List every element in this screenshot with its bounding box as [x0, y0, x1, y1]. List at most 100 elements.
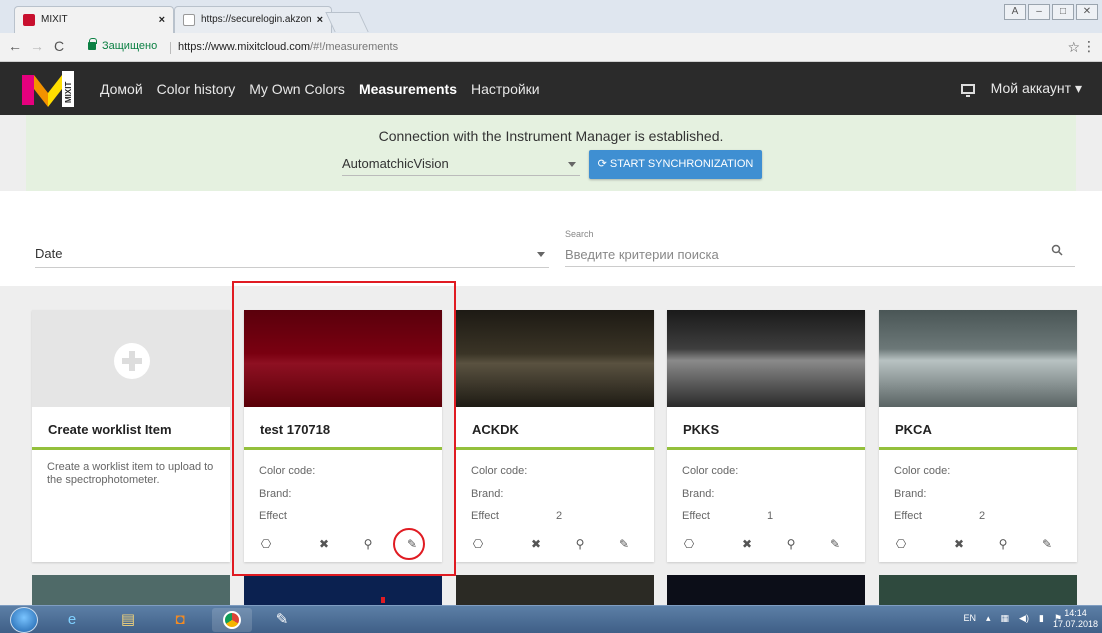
search-icon[interactable]: ⚲ — [783, 536, 799, 552]
nav-item-my-own-colors[interactable]: My Own Colors — [249, 81, 345, 97]
account-menu[interactable]: Мой аккаунт ▾ — [991, 80, 1082, 97]
internet-explorer-icon[interactable]: e — [52, 608, 92, 632]
edit-icon[interactable]: ✎ — [616, 536, 632, 552]
reload-icon[interactable]: C — [54, 38, 64, 54]
address-bar: ← → C Защищено https://www.mixitcloud.co… — [0, 33, 1102, 62]
measurement-card[interactable] — [879, 575, 1077, 605]
card-actions: ⎔ ✖ ⚲ ✎ — [893, 536, 1065, 552]
measurement-card[interactable] — [32, 575, 230, 605]
close-window-icon[interactable]: ✕ — [1076, 4, 1098, 20]
color-code-label: Color code: — [894, 465, 951, 477]
instrument-select[interactable]: AutomatchicVision — [342, 152, 580, 176]
volume-icon[interactable]: ◀) — [1019, 613, 1029, 624]
page-favicon-icon — [183, 14, 195, 26]
main-nav: Домой Color history My Own Colors Measur… — [100, 62, 540, 115]
create-worklist-card[interactable]: Create worklist Item Create a worklist i… — [32, 310, 230, 562]
tag-icon[interactable]: ⎔ — [681, 536, 697, 552]
effect-value: 2 — [979, 510, 986, 522]
network-icon[interactable]: ▦ — [1001, 613, 1010, 624]
back-arrow-icon[interactable]: ← — [8, 38, 22, 54]
tray-expand-icon[interactable]: ▴ — [986, 613, 991, 624]
system-tray: EN ▴ ▦ ◀) ▮ ⚑ — [963, 613, 1062, 624]
delete-icon[interactable]: ✖ — [951, 536, 967, 552]
start-button[interactable] — [10, 607, 38, 633]
measurement-card[interactable]: PKKS Color code: Brand: Effect 1 ⎔ ✖ ⚲ ✎ — [667, 310, 865, 562]
browser-tab-securelogin[interactable]: https://securelogin.akzon × — [174, 6, 332, 33]
mixit-logo[interactable]: MIXIT — [22, 67, 74, 109]
plus-icon[interactable] — [114, 343, 150, 379]
tag-icon[interactable]: ⎔ — [893, 536, 909, 552]
measurement-card[interactable] — [667, 575, 865, 605]
measurement-card[interactable] — [244, 575, 442, 605]
delete-icon[interactable]: ✖ — [739, 536, 755, 552]
chevron-down-icon — [537, 252, 545, 257]
sort-select[interactable]: Date — [35, 244, 549, 268]
tab-title: MIXIT — [41, 14, 68, 25]
sync-icon: ⟳ — [597, 158, 607, 170]
measurement-card[interactable] — [456, 575, 654, 605]
clock[interactable]: 14:14 17.07.2018 — [1053, 608, 1098, 630]
nav-item-settings[interactable]: Настройки — [471, 81, 540, 97]
nav-item-color-history[interactable]: Color history — [157, 81, 236, 97]
color-swatch — [456, 310, 654, 407]
brand-label: Brand: — [471, 488, 504, 500]
card-title: ACKDK — [472, 422, 519, 437]
search-icon[interactable] — [1051, 244, 1063, 256]
close-tab-icon[interactable]: × — [159, 7, 165, 33]
outlook-icon[interactable]: ◘ — [160, 608, 200, 632]
search-icon[interactable]: ⚲ — [995, 536, 1011, 552]
measurement-card[interactable]: PKCA Color code: Brand: Effect 2 ⎔ ✖ ⚲ ✎ — [879, 310, 1077, 562]
language-indicator[interactable]: EN — [963, 613, 976, 624]
browser-tabstrip: MIXIT × https://securelogin.akzon × A – … — [0, 0, 1102, 33]
search-input[interactable] — [565, 243, 1075, 267]
card-description: Create a worklist item to upload to the … — [47, 461, 214, 486]
nav-item-measurements[interactable]: Measurements — [359, 81, 457, 97]
card-divider — [667, 447, 865, 450]
signal-icon[interactable]: ▮ — [1039, 613, 1044, 624]
logo-text: MIXIT — [64, 82, 73, 103]
app-navbar: MIXIT Домой Color history My Own Colors … — [0, 62, 1102, 115]
maximize-icon[interactable]: □ — [1052, 4, 1074, 20]
measurement-card[interactable]: ACKDK Color code: Brand: Effect 2 ⎔ ✖ ⚲ … — [456, 310, 654, 562]
monitor-icon[interactable] — [960, 83, 975, 97]
window-controls: A – □ ✕ — [1004, 4, 1098, 20]
card-swatch — [32, 310, 230, 407]
account-label: Мой аккаунт — [990, 80, 1072, 96]
search-icon[interactable]: ⚲ — [572, 536, 588, 552]
color-code-label: Color code: — [682, 465, 739, 477]
divider — [170, 42, 171, 54]
paint-icon[interactable]: ✎ — [262, 608, 302, 632]
tag-icon[interactable]: ⎔ — [470, 536, 486, 552]
card-title: PKKS — [683, 422, 720, 437]
url-field[interactable]: https://www.mixitcloud.com/#!/measuremen… — [178, 41, 398, 53]
browser-tab-mixit[interactable]: MIXIT × — [14, 6, 174, 33]
chrome-icon[interactable] — [212, 608, 252, 632]
edit-icon[interactable]: ✎ — [827, 536, 843, 552]
brand-label: Brand: — [894, 488, 927, 500]
minimize-icon[interactable]: – — [1028, 4, 1050, 20]
edit-icon[interactable]: ✎ — [1039, 536, 1055, 552]
secure-indicator[interactable]: Защищено — [88, 38, 157, 52]
card-title: Create worklist Item — [48, 422, 172, 437]
nav-right: Мой аккаунт ▾ — [960, 62, 1082, 115]
annotation-mark — [381, 597, 385, 603]
bookmark-star-icon[interactable]: ☆ — [1067, 39, 1080, 56]
forward-arrow-icon[interactable]: → — [30, 38, 44, 54]
user-icon[interactable]: A — [1004, 4, 1026, 20]
url-host: https://www.mixitcloud.com — [178, 41, 311, 53]
color-code-label: Color code: — [471, 465, 528, 477]
effect-label: Effect — [471, 510, 499, 522]
mixit-favicon-icon — [23, 14, 35, 26]
browser-menu-icon[interactable]: ⋮ — [1082, 38, 1096, 55]
close-tab-icon[interactable]: × — [317, 7, 323, 33]
effect-label: Effect — [894, 510, 922, 522]
nav-item-home[interactable]: Домой — [100, 81, 143, 97]
highlight-circle — [393, 528, 425, 560]
chevron-down-icon — [568, 162, 576, 167]
delete-icon[interactable]: ✖ — [528, 536, 544, 552]
start-synchronization-button[interactable]: ⟳ START SYNCHRONIZATION — [589, 150, 762, 179]
connection-message: Connection with the Instrument Manager i… — [378, 128, 724, 144]
effect-value: 2 — [556, 510, 563, 522]
card-divider — [32, 447, 230, 450]
file-explorer-icon[interactable]: ▤ — [108, 608, 148, 632]
